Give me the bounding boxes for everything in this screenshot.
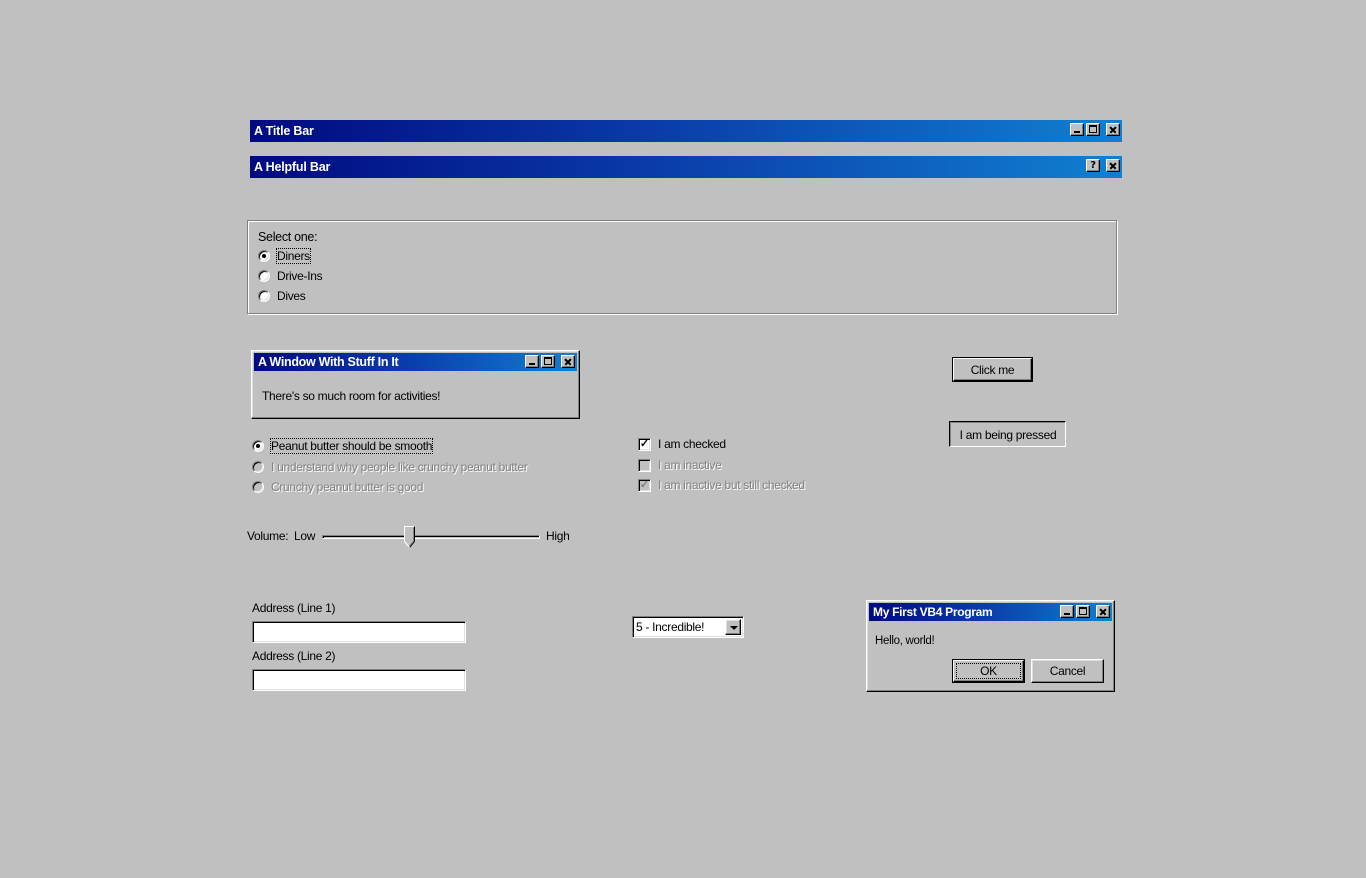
radio-label: Drive-Ins <box>277 269 323 283</box>
select-one-group: Select one: Diners Drive-Ins Dives <box>247 220 1117 314</box>
maximize-icon[interactable] <box>541 355 555 368</box>
radio-label: Peanut butter should be smooth <box>269 438 434 454</box>
address-line1-input[interactable] <box>252 621 466 643</box>
window-title: A Window With Stuff In It <box>258 355 399 369</box>
close-icon[interactable] <box>1106 159 1120 172</box>
checkbox-inactive-checked: ✓ I am inactive but still checked <box>638 477 805 493</box>
checkbox-inactive: I am inactive <box>638 457 722 473</box>
window-title-bar: A Window With Stuff In It <box>254 353 577 371</box>
checkbox-label: I am checked <box>658 437 726 451</box>
radio-understand-crunchy: I understand why people like crunchy pea… <box>252 459 528 475</box>
helpful-bar: A Helpful Bar ? <box>250 156 1122 178</box>
radio-crunchy-good: Crunchy peanut butter is good <box>252 479 423 495</box>
slider-thumb-icon[interactable] <box>403 526 415 548</box>
radio-button[interactable] <box>258 270 270 282</box>
rating-select[interactable]: 5 - Incredible! <box>632 616 744 638</box>
close-icon[interactable] <box>1106 123 1120 136</box>
dropdown-arrow-icon[interactable] <box>725 619 741 635</box>
click-me-button[interactable]: Click me <box>952 357 1033 382</box>
cancel-button[interactable]: Cancel <box>1031 659 1104 683</box>
radio-smooth[interactable]: Peanut butter should be smooth <box>252 438 434 454</box>
dialog-title: My First VB4 Program <box>873 605 993 619</box>
pressed-button[interactable]: I am being pressed <box>949 421 1066 447</box>
dialog-title-bar: My First VB4 Program <box>869 603 1112 621</box>
volume-high-label: High <box>546 529 570 543</box>
maximize-icon[interactable] <box>1076 605 1090 618</box>
helpful-bar-text: A Helpful Bar <box>254 160 331 174</box>
button-label: Click me <box>970 362 1015 377</box>
volume-low-label: Low <box>294 529 316 543</box>
stuff-window: A Window With Stuff In It There's so muc… <box>251 350 580 419</box>
ok-button[interactable]: OK <box>952 659 1025 683</box>
checkbox-checked[interactable]: ✓ I am checked <box>638 436 726 452</box>
minimize-icon[interactable] <box>1070 123 1084 136</box>
close-icon[interactable] <box>1096 605 1110 618</box>
radio-button[interactable] <box>258 290 270 302</box>
volume-label: Volume: <box>247 529 289 543</box>
vb-dialog: My First VB4 Program Hello, world! OK Ca… <box>866 600 1115 692</box>
checkbox-box: ✓ <box>638 478 651 492</box>
title-bar: A Title Bar <box>250 120 1122 142</box>
checkbox-label: I am inactive but still checked <box>658 478 805 492</box>
address-line2-label: Address (Line 2) <box>252 649 336 663</box>
radio-button <box>252 481 264 493</box>
radio-dives[interactable]: Dives <box>258 288 306 304</box>
checkbox-box[interactable]: ✓ <box>638 437 651 451</box>
radio-button[interactable] <box>258 250 270 262</box>
group-label: Select one: <box>258 230 318 244</box>
radio-drive-ins[interactable]: Drive-Ins <box>258 268 323 284</box>
address-line2-input[interactable] <box>252 669 466 691</box>
radio-label: Crunchy peanut butter is good <box>271 480 424 494</box>
close-icon[interactable] <box>561 355 575 368</box>
button-label: Cancel <box>1049 664 1086 678</box>
volume-track[interactable] <box>322 535 540 539</box>
radio-diners[interactable]: Diners <box>258 248 311 264</box>
checkbox-label: I am inactive <box>658 458 722 472</box>
select-value: 5 - Incredible! <box>636 620 705 634</box>
minimize-icon[interactable] <box>1060 605 1074 618</box>
dialog-message: Hello, world! <box>875 635 935 647</box>
minimize-icon[interactable] <box>525 355 539 368</box>
button-label: OK <box>980 664 997 678</box>
radio-label: Dives <box>277 289 306 303</box>
button-label: I am being pressed <box>959 427 1057 442</box>
address-line1-label: Address (Line 1) <box>252 601 336 615</box>
radio-button[interactable] <box>252 440 264 452</box>
window-body-text: There's so much room for activities! <box>262 389 441 403</box>
radio-button <box>252 461 264 473</box>
help-icon[interactable]: ? <box>1086 159 1100 172</box>
maximize-icon[interactable] <box>1086 123 1100 136</box>
title-bar-text: A Title Bar <box>254 124 314 138</box>
radio-label: I understand why people like crunchy pea… <box>271 460 528 474</box>
radio-label: Diners <box>276 248 311 264</box>
checkbox-box <box>638 458 651 472</box>
